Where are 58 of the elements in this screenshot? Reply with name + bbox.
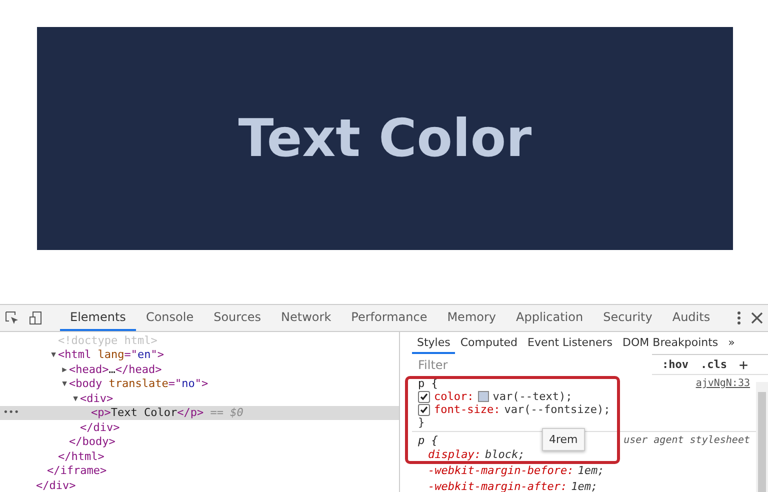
css-value: 1em; [578,463,604,479]
dom-node-tag[interactable]: <head>…</head> [69,362,162,376]
dom-closing-tag[interactable]: </body> [69,435,116,448]
dom-row[interactable]: ▼ <div> [0,391,399,406]
css-value: var(--fontsize); [504,403,610,416]
rule-selector: p { [418,377,438,390]
new-rule-button[interactable]: + [736,356,750,374]
dom-closing-tag[interactable]: </div> [80,420,120,434]
css-property: -webkit-margin-before: [428,463,574,479]
devtools-tab[interactable]: Performance [341,305,438,331]
dom-row[interactable]: ▼ <body translate="no"> [0,376,399,391]
css-property: font-size: [434,403,500,416]
rule-selector: p { [418,434,438,447]
dom-row[interactable]: </iframe> [0,464,399,478]
styles-tab[interactable]: » [723,332,740,354]
devtools-tab[interactable]: Elements [60,305,136,331]
class-button[interactable]: .cls [698,358,729,371]
rule-source-link[interactable]: ajvNgN:33 [696,377,750,390]
css-property: color: [434,390,474,403]
devtools-tab[interactable]: Security [593,305,662,331]
css-property: -webkit-margin-after: [428,479,568,492]
dom-row[interactable]: ▶ <head>…</head> [0,362,399,376]
devtools-tab[interactable]: Audits [662,305,720,331]
css-value: var(--text); [492,390,572,403]
styles-tab[interactable]: Event Listeners [522,332,618,354]
css-value: block; [484,447,525,463]
styles-tab[interactable]: Computed [455,332,523,354]
property-checkbox[interactable] [418,404,430,416]
value-tooltip: 4rem [542,428,585,451]
selected-dom-row[interactable]: ••• <p>Text Color</p> == $0 [0,406,399,420]
css-value: 1em; [571,479,598,492]
dom-node-tag[interactable]: <p>Text Color</p> == $0 [91,406,244,420]
dom-row[interactable]: </div> [0,478,399,492]
dom-row[interactable]: ▼ <html lang="en"> [0,348,399,362]
disclosure-triangle[interactable]: ▶ [62,364,67,374]
dom-node-tag[interactable]: <html lang="en"> [58,348,164,362]
devtools-tab[interactable]: Memory [437,305,506,331]
filter-field[interactable]: Filter [412,354,652,376]
dom-closing-tag[interactable]: </html> [58,450,104,463]
styles-tab[interactable]: DOM Breakpoints [618,332,724,354]
devtools-tab[interactable]: Network [271,305,342,331]
disclosure-triangle[interactable]: ▼ [73,394,78,403]
rule-source: user agent stylesheet [624,434,750,447]
hover-state-button[interactable]: :hov [660,358,690,371]
disclosure-triangle[interactable]: ▼ [51,350,56,360]
ellipsis-marker: ••• [3,408,20,418]
property-checkbox[interactable] [418,390,430,402]
dom-closing-tag[interactable]: </iframe> [47,464,107,478]
disclosure-triangle[interactable]: ▼ [62,379,67,388]
devtools-tab[interactable]: Sources [204,305,272,331]
dom-node-tag[interactable]: <div> [80,392,114,405]
devtools-tab[interactable]: Application [506,305,594,331]
css-property: display: [428,447,481,463]
preview-heading: Text Color [238,108,532,168]
dom-node-tag[interactable]: <body translate="no"> [69,377,208,390]
rule-brace: } [418,416,425,429]
dom-closing-tag[interactable]: </div> [36,478,76,492]
devtools-tab[interactable]: Console [136,305,204,331]
